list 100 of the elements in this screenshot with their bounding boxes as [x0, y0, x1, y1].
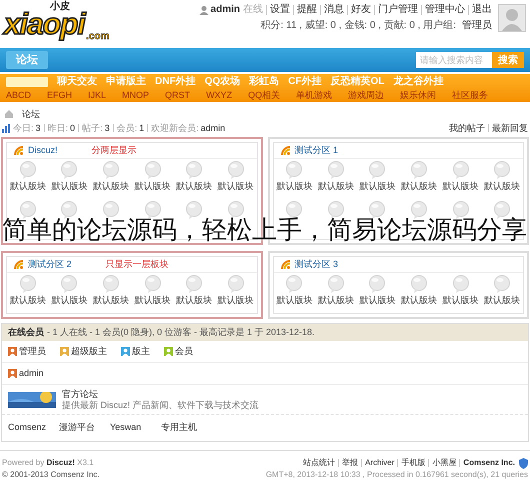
forum-link[interactable]: 默认版块 — [401, 295, 438, 306]
forum-bubble-icon — [410, 275, 428, 293]
user-menu-link[interactable]: 退出 — [472, 4, 492, 16]
forum-bubble-icon — [226, 161, 245, 179]
forum-bubble-icon — [368, 161, 386, 179]
forum-link[interactable]: 默认版块 — [10, 295, 46, 306]
legend-label: 管理员 — [19, 344, 46, 358]
forum-link[interactable]: 默认版块 — [359, 181, 396, 192]
avatar[interactable] — [498, 4, 526, 32]
friend-link[interactable]: Yeswan — [110, 421, 161, 435]
user-group-link[interactable]: 管理员 — [462, 20, 492, 32]
category-title-link[interactable]: 测试分区 3 — [294, 258, 338, 272]
category-title-link[interactable]: Discuz! — [28, 144, 58, 158]
footer-link[interactable]: 小黑屋 — [432, 457, 456, 469]
category-title-link[interactable]: 测试分区 2 — [28, 258, 72, 272]
online-title: 在线会员 — [8, 326, 44, 339]
chart-icon — [2, 123, 11, 133]
forum-link[interactable]: 默认版块 — [318, 295, 354, 306]
forum-bubble-icon — [326, 275, 345, 293]
forum-link[interactable]: 默认版块 — [51, 181, 88, 192]
user-menu-link[interactable]: 提醒 — [297, 4, 317, 16]
forum-link[interactable]: 默认版块 — [176, 295, 212, 306]
forum-bubble-icon — [410, 161, 428, 179]
member-link[interactable]: admin — [19, 366, 44, 380]
friend-link[interactable]: Comsenz — [8, 421, 59, 435]
forum-link[interactable]: 默认版块 — [318, 181, 354, 192]
breadcrumb-link[interactable]: 论坛 — [22, 108, 40, 120]
stats-link[interactable]: 最新回复 — [492, 122, 528, 134]
forum-link[interactable]: 默认版块 — [51, 295, 88, 306]
forum-bubble-icon — [285, 161, 304, 179]
footer-link[interactable]: 举报 — [342, 457, 358, 469]
stat-label: 昨日: — [48, 122, 68, 134]
forum-link[interactable]: 默认版块 — [134, 295, 171, 306]
stat-label: 帖子: — [82, 122, 103, 134]
forum-link[interactable]: 默认版块 — [176, 181, 212, 192]
shield-icon — [519, 458, 528, 468]
forum-bubble-icon — [326, 161, 345, 179]
forum-bubble-icon — [452, 201, 470, 219]
forum-bubble-icon — [493, 161, 512, 179]
forum-link[interactable]: 默认版块 — [92, 181, 129, 192]
forum-link[interactable]: 默认版块 — [484, 295, 520, 306]
forum-bubble-icon — [368, 201, 386, 219]
user-menu-link[interactable]: 消息 — [324, 4, 344, 16]
forum-link[interactable]: 默认版块 — [276, 181, 312, 192]
partner-title-link[interactable]: 官方论坛 — [62, 388, 259, 400]
user-icon — [198, 5, 209, 15]
rss-icon — [280, 260, 290, 270]
forum-link[interactable]: 默认版块 — [10, 181, 46, 192]
forum-bubble-icon — [18, 201, 37, 219]
home-icon — [4, 109, 14, 119]
forum-bubble-icon — [285, 275, 304, 293]
friend-link[interactable]: 漫游平台 — [59, 421, 110, 435]
stat-value: 3 — [104, 122, 110, 134]
forum-link[interactable]: 默认版块 — [442, 181, 479, 192]
stat-value: 1 — [139, 122, 144, 134]
forum-link[interactable]: 默认版块 — [218, 295, 254, 306]
stat-label: 欢迎新会员: — [151, 122, 199, 134]
forum-bubble-icon — [185, 201, 204, 219]
logo-subtitle: 小皮 — [50, 2, 70, 12]
footer-link[interactable]: Archiver — [365, 457, 394, 469]
user-menu-link[interactable]: 门户管理 — [378, 4, 418, 16]
stat-value: admin — [200, 122, 226, 134]
forum-link[interactable]: 默认版块 — [401, 181, 438, 192]
legend-label: 版主 — [132, 344, 150, 358]
rss-icon — [14, 260, 24, 270]
rss-icon — [280, 146, 290, 156]
user-menu-link[interactable]: 好友 — [351, 4, 371, 16]
status-text: 在线 — [243, 4, 263, 16]
stat-value: 3 — [36, 122, 41, 134]
legend-label: 超级版主 — [71, 344, 107, 358]
forum-link[interactable]: 默认版块 — [218, 181, 254, 192]
friend-link[interactable]: 专用主机 — [161, 421, 212, 435]
forum-link[interactable]: 默认版块 — [359, 295, 396, 306]
forum-link[interactable]: 默认版块 — [484, 181, 520, 192]
forum-bubble-icon — [226, 275, 245, 293]
footer-link[interactable]: 站点统计 — [303, 457, 336, 469]
stat-label: 会员: — [116, 122, 138, 134]
forum-link[interactable]: 默认版块 — [442, 295, 479, 306]
forum-bubble-icon — [144, 201, 162, 219]
forum-link[interactable]: 默认版块 — [276, 295, 312, 306]
annotation-text: 只显示一层板块 — [106, 258, 169, 271]
forum-bubble-icon — [185, 161, 204, 179]
forum-bubble-icon — [60, 201, 78, 219]
stats-link[interactable]: 我的帖子 — [449, 122, 485, 134]
username-link[interactable]: admin — [210, 4, 240, 16]
category-title-link[interactable]: 测试分区 1 — [294, 144, 338, 158]
footer-link[interactable]: Comsenz Inc. — [463, 457, 515, 469]
forum-bubble-icon — [493, 275, 512, 293]
forum-bubble-icon — [368, 275, 386, 293]
forum-bubble-icon — [102, 161, 120, 179]
user-menu-link[interactable]: 管理中心 — [425, 4, 465, 16]
search-field[interactable]: 请输入搜索内容 — [416, 52, 492, 68]
partner-description: 提供最新 Discuz! 产品新闻、软件下载与技术交流 — [62, 400, 259, 410]
user-menu-link[interactable]: 设置 — [270, 4, 290, 16]
footer-link[interactable]: 手机版 — [401, 457, 426, 469]
forum-link[interactable]: 默认版块 — [134, 181, 171, 192]
forum-link[interactable]: 默认版块 — [92, 295, 129, 306]
caption-text: 简单的论坛源码，轻松上手，简易论坛源码分享 — [2, 215, 528, 246]
stat-label: 今日: — [13, 122, 34, 134]
user-stats-text: 积分: 11 , 威望: 0 , 金钱: 0 , 贡献: 0 , 用户组: — [260, 20, 456, 32]
